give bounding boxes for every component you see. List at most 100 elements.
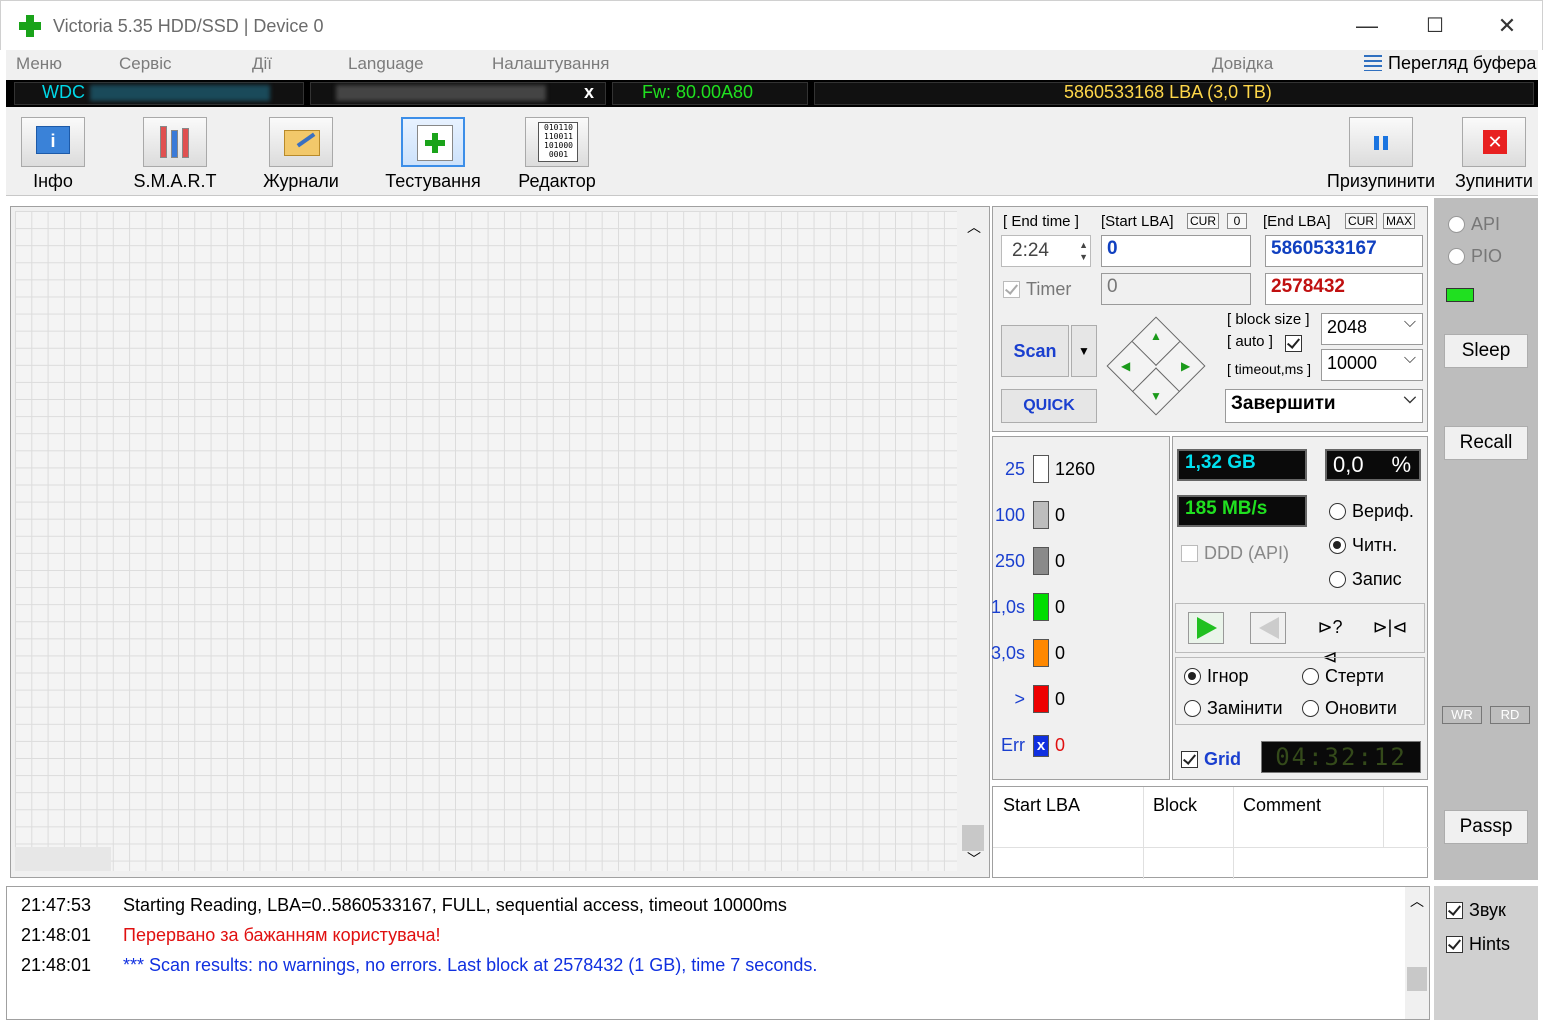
clipboard-plus-icon xyxy=(401,117,465,167)
auto-checkbox[interactable] xyxy=(1285,333,1308,354)
random-seek-icon[interactable]: ⊳?⊲ xyxy=(1312,612,1348,667)
verify-radio-icon xyxy=(1329,503,1346,520)
refresh-radio[interactable]: Оновити xyxy=(1302,698,1397,719)
scan-status-panel: 1,32 GB 0,0% 185 MB/s DDD (API) Вериф. Ч… xyxy=(1172,436,1428,780)
pio-radio[interactable]: PIO xyxy=(1448,246,1502,267)
log-scroll-thumb[interactable] xyxy=(1407,967,1427,991)
end-lba-input[interactable]: 5860533167 xyxy=(1265,235,1423,267)
drive-lba-capacity: 5860533168 LBA (3,0 TB) xyxy=(1064,82,1272,102)
buffer-view-button[interactable]: Перегляд буфера xyxy=(1364,53,1536,74)
log-scrollbar[interactable]: ︿ xyxy=(1405,887,1429,1019)
timer-checkbox[interactable]: Timer xyxy=(1003,279,1071,300)
info-icon: i xyxy=(21,117,85,167)
hints-checkbox[interactable]: Hints xyxy=(1446,934,1510,955)
info-button[interactable]: i Інфо xyxy=(18,117,88,192)
drive-close-button[interactable]: x xyxy=(584,82,594,103)
legend-threshold: 25 xyxy=(1004,459,1025,479)
event-log: 21:47:53 Starting Reading, LBA=0..5860533… xyxy=(6,886,1430,1020)
scroll-up-icon[interactable]: ︿ xyxy=(967,217,981,237)
arrow-up-icon: ▲ xyxy=(1150,329,1162,343)
finish-action-select[interactable]: Завершити xyxy=(1225,389,1423,423)
menu-service[interactable]: Сервіс xyxy=(119,54,172,74)
scanned-blocks xyxy=(15,847,111,871)
legend-threshold: 3,0s xyxy=(990,643,1025,663)
read-radio-icon xyxy=(1329,537,1346,554)
defect-table: Start LBA Block Comment xyxy=(992,786,1429,879)
timer-input[interactable]: 0 xyxy=(1101,273,1251,305)
ddd-api-checkbox[interactable]: DDD (API) xyxy=(1181,543,1289,564)
end-lba-max-button[interactable]: MAX xyxy=(1383,213,1416,229)
legend-color-box xyxy=(1033,685,1049,713)
grid-checkbox[interactable]: Grid xyxy=(1181,749,1241,770)
menu-actions[interactable]: Дії xyxy=(252,54,272,74)
drive-firmware: Fw: 80.00A80 xyxy=(642,82,754,102)
ignore-radio[interactable]: Ігнор xyxy=(1184,666,1249,687)
smart-button[interactable]: S.M.A.R.T xyxy=(130,117,220,192)
recall-button[interactable]: Recall xyxy=(1444,426,1528,460)
legend-row: 3,0s 0 xyxy=(990,639,1163,669)
read-radio[interactable]: Читн. xyxy=(1329,535,1397,556)
play-button[interactable] xyxy=(1188,612,1224,644)
scan-dropdown-arrow-icon[interactable]: ▼ xyxy=(1071,325,1097,377)
legend-row: 1,0s 0 xyxy=(990,593,1163,623)
legend-threshold: 1,0s xyxy=(990,597,1025,617)
stop-button[interactable]: ✕ Зупинити xyxy=(1450,117,1538,192)
auto-label: [ auto ] xyxy=(1227,333,1273,350)
menu-language[interactable]: Language xyxy=(348,54,424,74)
scroll-thumb[interactable] xyxy=(962,825,984,851)
scan-button[interactable]: Scan xyxy=(1001,325,1069,377)
maximize-button[interactable]: ☐ xyxy=(1415,11,1455,41)
menu-main[interactable]: Меню xyxy=(16,54,62,74)
col-start-lba[interactable]: Start LBA xyxy=(1003,795,1080,816)
quick-button[interactable]: QUICK xyxy=(1001,389,1097,423)
scroll-down-icon[interactable]: ﹀ xyxy=(967,849,981,869)
reverse-button[interactable] xyxy=(1250,612,1286,644)
percent-readout: 0,0% xyxy=(1325,449,1421,481)
drive-info-bar: WDC x Fw: 80.00A80 5860533168 LBA (3,0 T… xyxy=(6,80,1538,107)
list-icon xyxy=(1364,55,1382,71)
col-comment[interactable]: Comment xyxy=(1243,795,1321,816)
grid-scrollbar[interactable]: ︿ ﹀ xyxy=(961,211,987,871)
write-radio[interactable]: Запис xyxy=(1329,569,1402,590)
legend-threshold: 250 xyxy=(994,551,1025,571)
legend-row: >0 xyxy=(993,685,1163,715)
sleep-button[interactable]: Sleep xyxy=(1444,334,1528,368)
verify-radio[interactable]: Вериф. xyxy=(1329,501,1414,522)
grid-check-icon xyxy=(1181,751,1198,768)
start-lba-cur-button[interactable]: CUR xyxy=(1187,213,1219,229)
end-time-label: [ End time ] xyxy=(1003,213,1079,230)
sound-checkbox[interactable]: Звук xyxy=(1446,900,1506,921)
timeout-select[interactable]: 10000 xyxy=(1321,349,1423,381)
menu-settings[interactable]: Налаштування xyxy=(492,54,610,74)
erase-radio[interactable]: Стерти xyxy=(1302,666,1384,687)
minimize-button[interactable]: — xyxy=(1347,11,1387,41)
log-time: 21:48:01 xyxy=(21,925,92,945)
close-button[interactable]: ✕ xyxy=(1487,11,1527,41)
testing-button[interactable]: Тестування xyxy=(378,117,488,192)
toolbar: i Інфо S.M.A.R.T Журнали Тестування 0101… xyxy=(6,107,1538,196)
butterfly-icon[interactable]: ⊳|⊲ xyxy=(1372,612,1408,644)
arrow-down-icon: ▼ xyxy=(1150,389,1162,403)
playback-controls: ⊳?⊲ ⊳|⊲ xyxy=(1175,603,1425,667)
menu-help[interactable]: Довідка xyxy=(1212,54,1273,74)
block-size-select[interactable]: 2048 xyxy=(1321,313,1423,345)
pause-button[interactable]: Призупинити xyxy=(1322,117,1440,192)
start-lba-input[interactable]: 0 xyxy=(1101,235,1251,267)
log-scroll-up-icon[interactable]: ︿ xyxy=(1410,891,1424,911)
col-block[interactable]: Block xyxy=(1153,795,1197,816)
replace-radio[interactable]: Замінити xyxy=(1184,698,1283,719)
menu-bar: Меню Сервіс Дії Language Налаштування До… xyxy=(6,50,1538,80)
timeout-label: [ timeout,ms ] xyxy=(1227,361,1312,377)
api-radio[interactable]: API xyxy=(1448,214,1500,235)
end-time-spinner[interactable]: 2:24 ▲ ▼ xyxy=(1001,235,1091,267)
sound-check-icon xyxy=(1446,902,1463,919)
start-lba-zero-button[interactable]: 0 xyxy=(1227,213,1247,229)
passp-button[interactable]: Passp xyxy=(1444,810,1528,844)
logs-button[interactable]: Журнали xyxy=(258,117,344,192)
pio-radio-icon xyxy=(1448,248,1465,265)
end-lba-cur-button[interactable]: CUR xyxy=(1345,213,1377,229)
editor-button[interactable]: 010110 110011 101000 0001 Редактор xyxy=(512,117,602,192)
end-lba-label: [End LBA] xyxy=(1263,213,1331,230)
spinner-arrows-icon[interactable]: ▲ ▼ xyxy=(1079,239,1088,263)
folder-edit-icon xyxy=(269,117,333,167)
